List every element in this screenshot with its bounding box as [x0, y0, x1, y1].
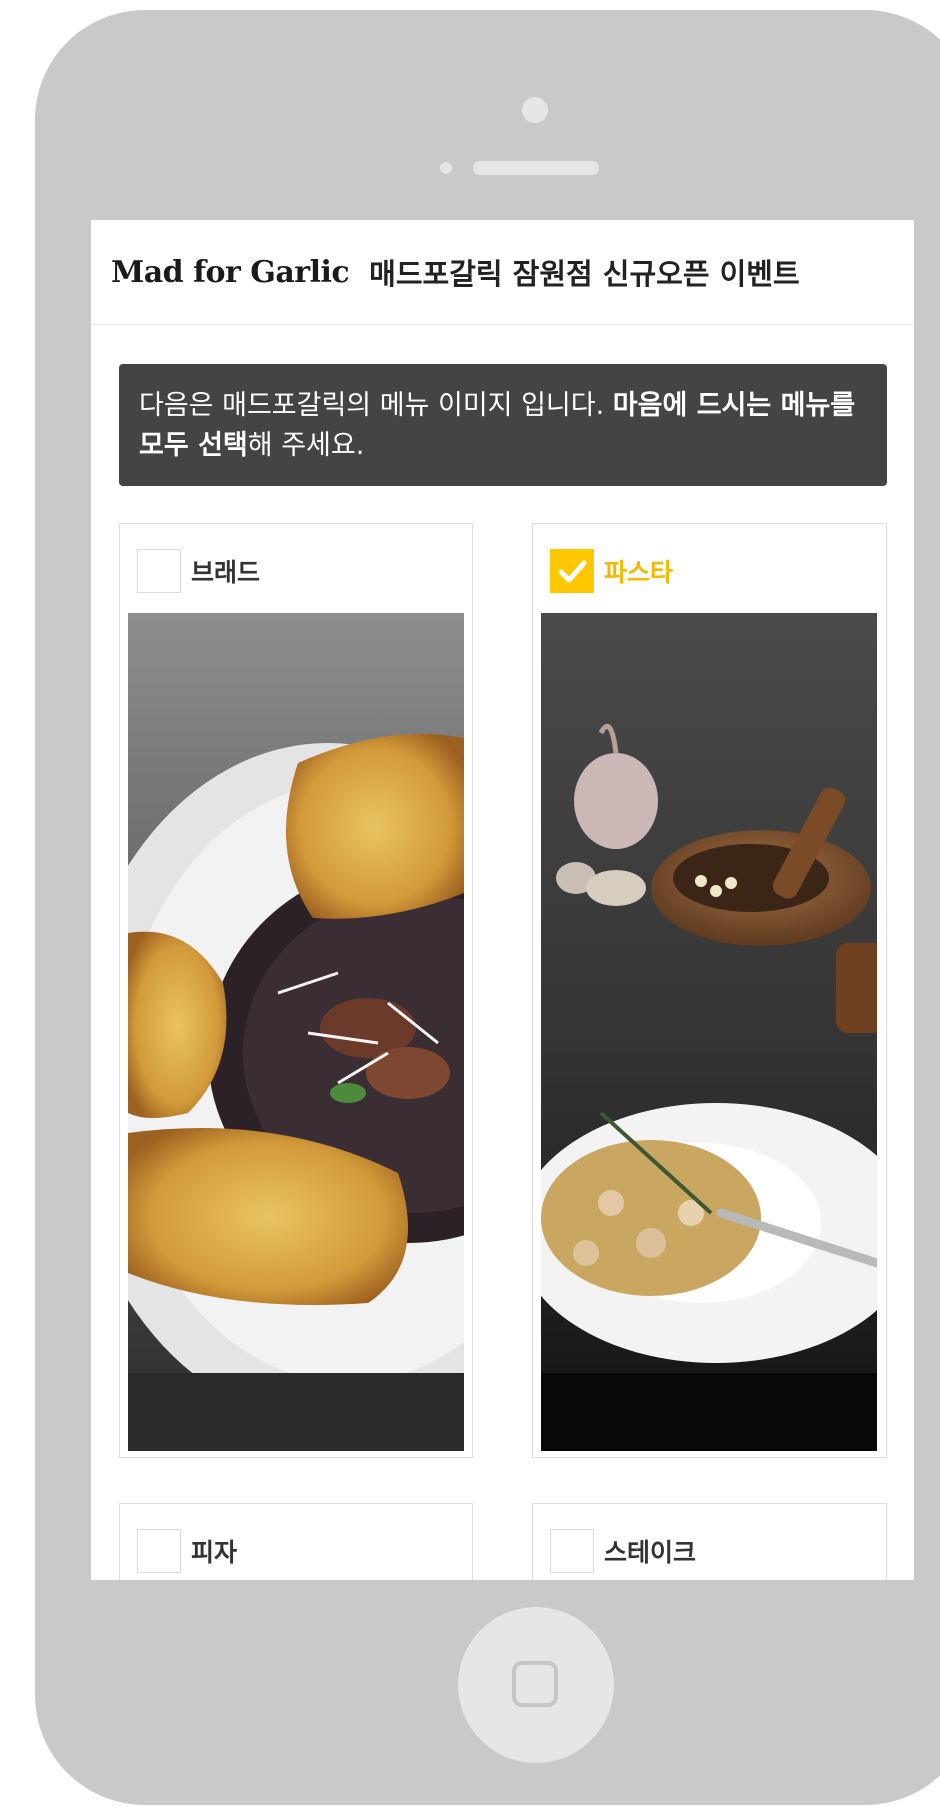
home-square-icon — [512, 1661, 558, 1707]
checkbox-pasta[interactable] — [550, 549, 594, 593]
instruction-text-1: 다음은 매드포갈릭의 메뉴 이미지 입니다. — [139, 390, 613, 421]
sensor-dot — [440, 162, 452, 174]
menu-card-head: 피자 — [137, 1529, 237, 1573]
menu-card-steak[interactable]: 스테이크 — [532, 1503, 887, 1580]
camera-dot — [522, 97, 548, 123]
checkbox-pizza[interactable] — [137, 1529, 181, 1573]
phone-screen: Mad for Garlic 매드포갈릭 잠원점 신규오픈 이벤트 다음은 매드… — [91, 220, 914, 1580]
menu-card-head: 스테이크 — [550, 1529, 696, 1573]
brand-logo: Mad for Garlic — [111, 254, 350, 290]
speaker-slot — [473, 161, 599, 175]
checkmark-icon — [558, 560, 587, 583]
bread-photo — [128, 613, 464, 1451]
menu-label-bread: 브래드 — [191, 558, 261, 587]
checkbox-bread[interactable] — [137, 549, 181, 593]
home-button[interactable] — [458, 1607, 614, 1763]
checkbox-steak[interactable] — [550, 1529, 594, 1573]
menu-card-bread[interactable]: 브래드 — [119, 523, 473, 1458]
menu-card-pizza[interactable]: 피자 — [119, 1503, 473, 1580]
instruction-banner: 다음은 매드포갈릭의 메뉴 이미지 입니다. 마음에 드시는 메뉴를 모두 선택… — [119, 364, 887, 486]
instruction-text-2: 해 주세요. — [247, 430, 365, 461]
pasta-photo — [541, 613, 877, 1451]
menu-label-pasta: 파스타 — [604, 558, 674, 587]
menu-card-head: 파스타 — [550, 549, 673, 593]
menu-card-head: 브래드 — [137, 549, 260, 593]
menu-label-pizza: 피자 — [191, 1538, 238, 1567]
page-title: 매드포갈릭 잠원점 신규오픈 이벤트 — [369, 257, 800, 291]
page-header: Mad for Garlic 매드포갈릭 잠원점 신규오픈 이벤트 — [91, 220, 914, 325]
menu-card-pasta[interactable]: 파스타 — [532, 523, 887, 1458]
menu-label-steak: 스테이크 — [604, 1538, 697, 1567]
